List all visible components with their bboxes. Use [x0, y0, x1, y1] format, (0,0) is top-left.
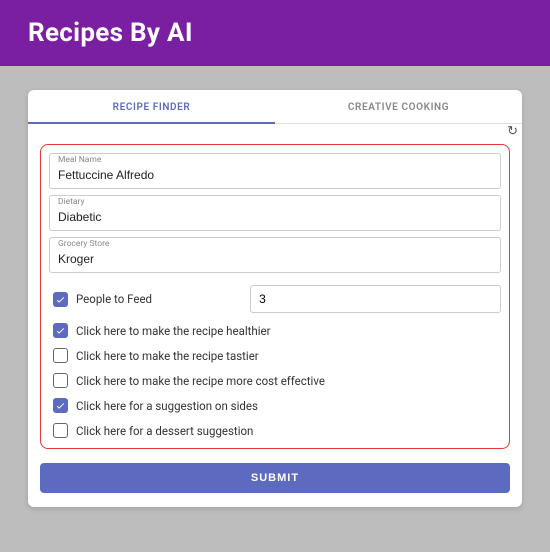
option-checkbox[interactable] — [53, 323, 68, 338]
tab-creative-cooking[interactable]: CREATIVE COOKING — [275, 90, 522, 123]
page-title: Recipes By AI — [28, 18, 522, 48]
option-row: Click here for a dessert suggestion — [53, 423, 501, 438]
tab-label: CREATIVE COOKING — [348, 102, 449, 113]
option-label: Click here to make the recipe more cost … — [76, 374, 325, 388]
tab-recipe-finder[interactable]: RECIPE FINDER — [28, 90, 275, 123]
dietary-input[interactable] — [49, 195, 501, 231]
people-label: People to Feed — [76, 292, 152, 306]
tab-label: RECIPE FINDER — [113, 102, 191, 113]
dietary-field: Dietary — [49, 195, 501, 231]
grocery-input[interactable] — [49, 237, 501, 273]
option-label: Click here to make the recipe healthier — [76, 324, 271, 338]
meal-name-field: Meal Name — [49, 153, 501, 189]
grocery-field: Grocery Store — [49, 237, 501, 273]
people-input[interactable] — [250, 285, 501, 313]
option-label: Click here for a suggestion on sides — [76, 399, 258, 413]
option-row: Click here for a suggestion on sides — [53, 398, 501, 413]
submit-button[interactable]: SUBMIT — [40, 463, 510, 493]
option-checkbox[interactable] — [53, 398, 68, 413]
option-label: Click here to make the recipe tastier — [76, 349, 259, 363]
people-row: People to Feed — [53, 285, 501, 313]
option-checkbox[interactable] — [53, 373, 68, 388]
tab-content: ↻ Meal Name Dietary Grocery Store — [28, 124, 522, 507]
meal-name-input[interactable] — [49, 153, 501, 189]
option-row: Click here to make the recipe healthier — [53, 323, 501, 338]
submit-label: SUBMIT — [251, 472, 299, 484]
main-card: RECIPE FINDER CREATIVE COOKING ↻ Meal Na… — [28, 90, 522, 507]
option-row: Click here to make the recipe tastier — [53, 348, 501, 363]
app-header: Recipes By AI — [0, 0, 550, 66]
option-checkbox[interactable] — [53, 423, 68, 438]
option-row: Click here to make the recipe more cost … — [53, 373, 501, 388]
option-label: Click here for a dessert suggestion — [76, 424, 253, 438]
people-checkbox[interactable] — [53, 292, 68, 307]
tab-bar: RECIPE FINDER CREATIVE COOKING — [28, 90, 522, 124]
form-area: Meal Name Dietary Grocery Store — [40, 144, 510, 449]
page-body: RECIPE FINDER CREATIVE COOKING ↻ Meal Na… — [0, 66, 550, 519]
refresh-icon[interactable]: ↻ — [507, 124, 518, 139]
option-checkbox[interactable] — [53, 348, 68, 363]
